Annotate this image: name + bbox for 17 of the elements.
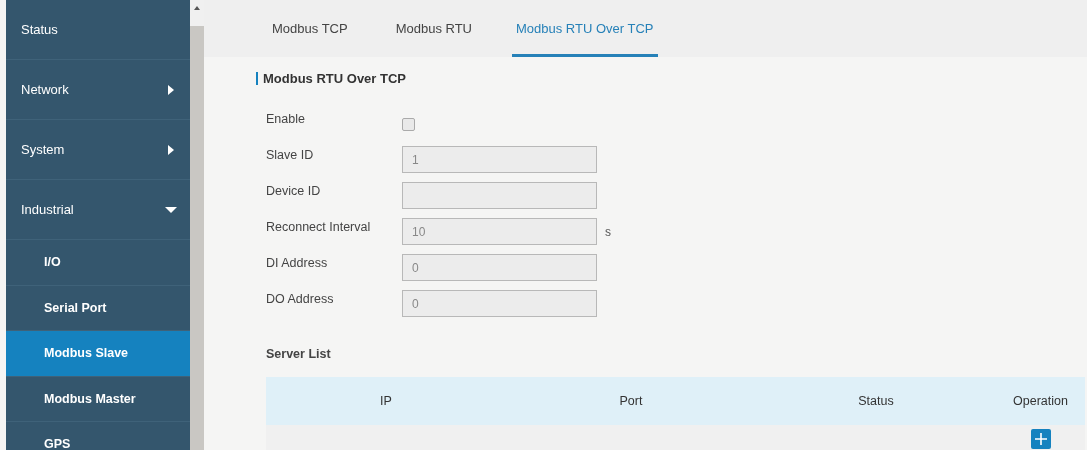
tab[interactable]: Modbus RTU — [387, 0, 480, 57]
tab[interactable]: Modbus TCP — [264, 0, 356, 57]
section-title: Modbus RTU Over TCP — [256, 72, 406, 85]
field-label: DI Address — [266, 255, 329, 270]
field-label: DO Address — [266, 291, 335, 306]
server-list-title: Server List — [266, 347, 332, 361]
column-header: Port — [618, 394, 644, 408]
column-header: IP — [379, 394, 393, 408]
unit-label: s — [605, 224, 611, 239]
column-header: Status — [857, 394, 895, 408]
field-label: Slave ID — [266, 147, 315, 162]
field-label: Enable — [266, 111, 306, 126]
field-label: Reconnect Interval — [266, 219, 372, 234]
column-header: Operation — [1012, 394, 1069, 408]
field-label: Device ID — [266, 183, 322, 198]
tab[interactable]: Modbus RTU Over TCP — [512, 0, 658, 57]
sidebar-item[interactable]: Modbus Slave — [6, 331, 190, 377]
